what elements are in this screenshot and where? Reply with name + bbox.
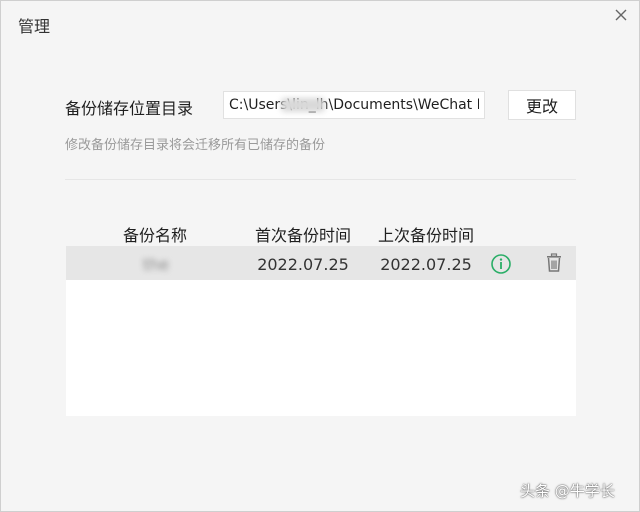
change-dir-button[interactable]: 更改	[508, 90, 576, 120]
table-row[interactable]: the 2022.07.25 2022.07.25	[66, 246, 576, 280]
backup-dir-label: 备份储存位置目录	[65, 99, 194, 118]
close-icon[interactable]	[611, 5, 631, 25]
last-backup-time-cell: 2022.07.25	[380, 255, 472, 274]
header-last-backup-time: 上次备份时间	[377, 226, 474, 245]
backup-dir-path-field[interactable]	[223, 91, 485, 119]
header-backup-name: 备份名称	[122, 226, 187, 245]
trash-icon[interactable]	[543, 252, 565, 274]
first-backup-time-cell: 2022.07.25	[257, 255, 349, 274]
dialog-title: 管理	[18, 17, 51, 36]
migration-hint: 修改备份储存目录将会迁移所有已储存的备份	[65, 138, 326, 153]
header-first-backup-time: 首次备份时间	[254, 226, 351, 245]
redacted-username-mask	[281, 98, 325, 112]
watermark-text: 头条 @牛学长	[520, 482, 615, 500]
backup-name-cell: the	[142, 255, 170, 274]
backup-manage-dialog: 管理 备份储存位置目录 更改 修改备份储存目录将会迁移所有已储存的备份 备份名称…	[0, 0, 640, 512]
info-icon[interactable]	[490, 253, 512, 275]
backup-list: the 2022.07.25 2022.07.25	[66, 246, 576, 416]
section-divider	[65, 179, 576, 180]
